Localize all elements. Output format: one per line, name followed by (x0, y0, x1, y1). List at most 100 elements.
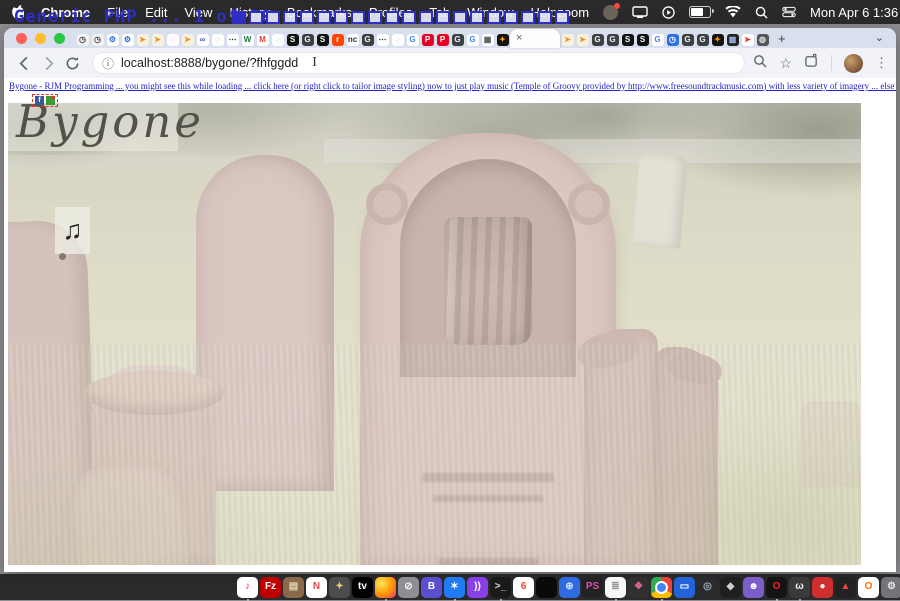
tab-nc-icon[interactable]: nc (345, 31, 360, 48)
tab-gear-icon[interactable]: ⚙ (105, 31, 120, 48)
tab-g-dark-icon[interactable]: G (695, 31, 710, 48)
tab-google-icon[interactable]: G (465, 31, 480, 48)
new-tab-button[interactable]: + (778, 31, 786, 48)
dock-icon-books[interactable]: ▤ (283, 577, 304, 598)
site-info-icon[interactable]: ⓘ (102, 55, 114, 72)
tab-spinner-icon[interactable]: ◌ (270, 31, 285, 48)
dock-icon-libreoffice-writer[interactable]: ≣ (605, 577, 626, 598)
profile-avatar[interactable] (844, 54, 863, 73)
tab-dots-icon[interactable]: ⋯ (375, 31, 390, 48)
loading-status-link[interactable]: Bygone - RJM Programming ... you might s… (9, 81, 896, 91)
active-tab[interactable]: × (510, 29, 560, 48)
control-center-icon[interactable] (782, 6, 796, 18)
dock-icon-keychain[interactable]: ✦ (329, 577, 350, 598)
tab-reddit-icon[interactable]: r (330, 31, 345, 48)
tab-speedtest-icon[interactable]: ◷ (75, 31, 90, 48)
tab-g-dark-icon[interactable]: G (605, 31, 620, 48)
tab-cursor-icon[interactable]: ➤ (575, 31, 590, 48)
tab-google-icon[interactable]: G (650, 31, 665, 48)
dock-icon-monster-app[interactable]: ☻ (743, 577, 764, 598)
dock-icon-music[interactable]: ♪ (237, 577, 258, 598)
dock-icon-opera[interactable]: O (766, 577, 787, 598)
tab-g-dark-icon[interactable]: G (450, 31, 465, 48)
tab-clock-blue-icon[interactable]: ◷ (665, 31, 680, 48)
screen-mirror-icon[interactable] (632, 6, 648, 18)
dock-icon-news[interactable]: N (306, 577, 327, 598)
tab-pinterest-icon[interactable]: P (420, 31, 435, 48)
facebook-share-icon[interactable]: f (35, 96, 44, 105)
zoom-window-button[interactable] (54, 33, 65, 44)
tab-cursor-icon[interactable]: ➤ (560, 31, 575, 48)
tab-s-black-icon[interactable]: S (315, 31, 330, 48)
dock-icon-paint-palette[interactable]: ❖ (628, 577, 649, 598)
music-play-button[interactable]: ♫ (55, 207, 90, 254)
back-button[interactable] (12, 51, 36, 75)
tab-gif-icon[interactable]: ∞ (195, 31, 210, 48)
tab-g-dark-icon[interactable]: G (590, 31, 605, 48)
dock-icon-filezilla[interactable]: Fz (260, 577, 281, 598)
tab-g-dark-icon[interactable]: G (360, 31, 375, 48)
tab-close-icon[interactable]: × (516, 33, 522, 44)
tab-pinterest-icon[interactable]: P (435, 31, 450, 48)
graveyard-photo[interactable]: Bygone ♫ (8, 103, 861, 565)
tab-dots-icon[interactable]: ⋯ (225, 31, 240, 48)
tab-photo-grid-icon[interactable]: ▦ (480, 31, 495, 48)
dock-icon-chrome[interactable] (651, 577, 672, 598)
tab-globe-icon[interactable]: ◍ (755, 31, 770, 48)
tab-gmail-icon[interactable]: M (255, 31, 270, 48)
tab-torch-icon[interactable]: ✦ (710, 31, 725, 48)
play-circle-icon[interactable] (662, 6, 675, 19)
dock-icon-apple-tv[interactable]: tv (352, 577, 373, 598)
dock-icon-calendar[interactable]: 6 (513, 577, 534, 598)
tab-cursor-icon[interactable]: ➤ (150, 31, 165, 48)
tab-cursor-icon[interactable]: ➤ (180, 31, 195, 48)
camera-app-icon[interactable] (603, 5, 618, 20)
wifi-icon[interactable] (725, 6, 741, 18)
tab-spinner-icon[interactable]: ◌ (390, 31, 405, 48)
tab-spinner-icon[interactable]: ◌ (210, 31, 225, 48)
menu-bar-clock[interactable]: Mon Apr 6 1:36 PM (810, 5, 900, 20)
tab-send-icon[interactable]: ➤ (740, 31, 755, 48)
bookmark-star-icon[interactable]: ☆ (779, 55, 792, 72)
tab-s-black-icon[interactable]: S (285, 31, 300, 48)
tab-s-black-icon[interactable]: S (620, 31, 635, 48)
spotlight-search-icon[interactable] (755, 6, 768, 19)
dock-icon-firefox[interactable] (375, 577, 396, 598)
tab-speedtest-icon[interactable]: ◷ (90, 31, 105, 48)
dock-icon-podcasts[interactable]: )) (467, 577, 488, 598)
tab-cursor-icon[interactable]: ➤ (135, 31, 150, 48)
dock-icon-inkscape[interactable]: ◆ (720, 577, 741, 598)
tab-checker-icon[interactable]: ▩ (725, 31, 740, 48)
url-text[interactable]: localhost:8888/bygone/?fhfggdd (121, 56, 298, 70)
email-share-icon[interactable] (46, 96, 55, 105)
tab-w-icon[interactable]: W (240, 31, 255, 48)
dock-icon-globe-app[interactable]: ⊕ (559, 577, 580, 598)
tab-s-black-icon[interactable]: S (635, 31, 650, 48)
close-window-button[interactable] (16, 33, 27, 44)
battery-icon[interactable] (689, 6, 711, 18)
tab-search-chevron-icon[interactable]: ⌄ (875, 31, 884, 48)
tab-spinner-icon[interactable]: ◌ (165, 31, 180, 48)
dock-icon-rings-app[interactable]: ◎ (697, 577, 718, 598)
dock-icon-red-app[interactable]: ● (812, 577, 833, 598)
dock-icon-triangle-app[interactable]: ▲ (835, 577, 856, 598)
tab-google-icon[interactable]: G (405, 31, 420, 48)
address-bar[interactable]: ⓘ localhost:8888/bygone/?fhfggdd I (92, 52, 745, 74)
tab-gear-icon[interactable]: ⚙ (120, 31, 135, 48)
dock-icon-orange-o-app[interactable]: O (858, 577, 879, 598)
dock-icon-safari[interactable]: ✶ (444, 577, 465, 598)
tab-g-dark-icon[interactable]: G (680, 31, 695, 48)
dock-icon-phpstorm[interactable]: PS (582, 577, 603, 598)
tab-torch-icon[interactable]: ✦ (495, 31, 510, 48)
tab-g-dark-icon[interactable]: G (300, 31, 315, 48)
minimize-window-button[interactable] (35, 33, 46, 44)
dock-icon-settings[interactable]: ⚙ (881, 577, 900, 598)
dock-icon-blocked[interactable]: ⊘ (398, 577, 419, 598)
chrome-menu-icon[interactable]: ⋮ (875, 55, 888, 71)
dock-icon-blue-app[interactable]: ▭ (674, 577, 695, 598)
zoom-page-icon[interactable] (753, 54, 767, 73)
dock-icon-terminal[interactable]: >_ (490, 577, 511, 598)
dock-icon-bbedit[interactable]: B (421, 577, 442, 598)
dock-icon-mamp[interactable]: ω (789, 577, 810, 598)
forward-button[interactable] (36, 51, 60, 75)
